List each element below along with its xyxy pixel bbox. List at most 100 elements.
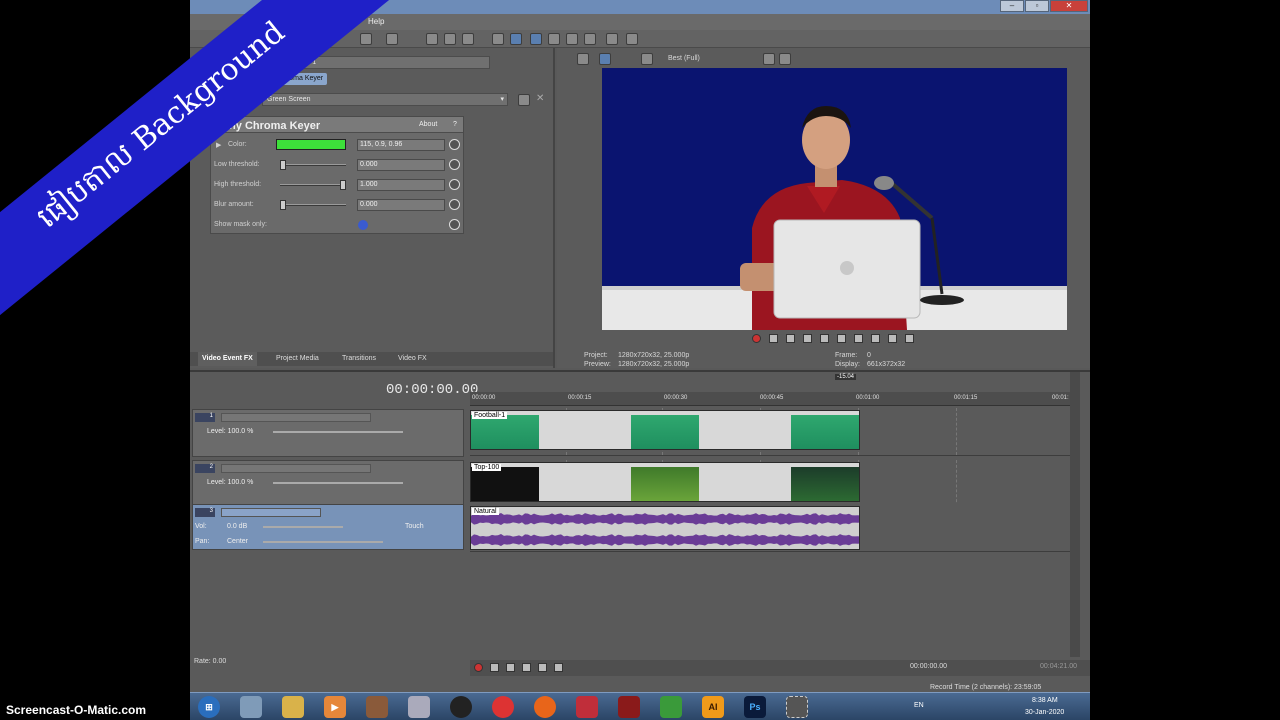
app-icon[interactable] xyxy=(660,696,682,718)
play-icon[interactable] xyxy=(803,334,812,343)
chrome-icon[interactable] xyxy=(492,696,514,718)
minimize-button[interactable]: – xyxy=(1000,0,1024,12)
animate-clock-icon[interactable] xyxy=(449,139,460,150)
play-from-start-icon[interactable] xyxy=(786,334,795,343)
blur-value[interactable]: 0.000 xyxy=(357,199,445,211)
loop-marker[interactable]: -15.04 xyxy=(835,374,857,380)
save-snapshot-icon[interactable] xyxy=(779,53,791,65)
book-icon[interactable] xyxy=(618,696,640,718)
expand-arrow-icon[interactable]: ▶ xyxy=(216,141,221,149)
high-threshold-value[interactable]: 1.000 xyxy=(357,179,445,191)
delete-preset-icon[interactable]: ✕ xyxy=(536,94,548,106)
pen-icon[interactable] xyxy=(606,33,618,45)
tab-project-media[interactable]: Project Media xyxy=(272,352,323,366)
external-monitor-icon[interactable] xyxy=(599,53,611,65)
high-threshold-slider[interactable] xyxy=(280,180,346,190)
maximize-button[interactable]: ▫ xyxy=(1025,0,1049,12)
tab-video-event-fx[interactable]: Video Event FX xyxy=(198,352,257,366)
stop-icon[interactable] xyxy=(837,334,846,343)
track-name-field[interactable] xyxy=(221,508,321,517)
about-button[interactable]: About xyxy=(419,121,437,128)
pause-icon[interactable] xyxy=(820,334,829,343)
clock-date[interactable]: 30-Jan-2020 xyxy=(1025,709,1064,716)
vertical-scrollbar[interactable] xyxy=(1070,372,1080,657)
level-slider[interactable] xyxy=(273,482,403,484)
loop-icon[interactable] xyxy=(490,663,499,672)
blur-slider[interactable] xyxy=(280,200,346,210)
mask-checkbox[interactable] xyxy=(358,220,368,230)
media-player-icon[interactable]: ▶ xyxy=(324,696,346,718)
volume-slider[interactable] xyxy=(263,526,343,528)
track-lane-video-2[interactable]: Top-100 xyxy=(470,460,1076,508)
copy-snapshot-icon[interactable] xyxy=(763,53,775,65)
snap-icon[interactable] xyxy=(492,33,504,45)
save-preset-icon[interactable] xyxy=(518,94,530,106)
app-icon[interactable] xyxy=(408,696,430,718)
color-swatch[interactable] xyxy=(276,139,346,150)
animate-clock-icon[interactable] xyxy=(449,199,460,210)
animate-clock-icon[interactable] xyxy=(449,179,460,190)
snip-icon[interactable] xyxy=(786,696,808,718)
record-icon[interactable] xyxy=(752,334,761,343)
go-to-end-icon[interactable] xyxy=(871,334,880,343)
pan-slider[interactable] xyxy=(263,541,383,543)
track-header-video-1[interactable]: 1 Level: 100.0 % xyxy=(192,409,464,457)
undo-icon[interactable] xyxy=(360,33,372,45)
start-button[interactable]: ⊞ xyxy=(198,696,220,718)
selection-icon[interactable] xyxy=(566,33,578,45)
track-name-field[interactable] xyxy=(221,464,371,473)
overlays-icon[interactable] xyxy=(641,53,653,65)
vegas-icon[interactable] xyxy=(450,696,472,718)
preset-dropdown[interactable]: Green Screen ▾ xyxy=(262,93,508,106)
menu-help[interactable]: Help xyxy=(368,17,384,26)
language-indicator[interactable]: EN xyxy=(914,702,924,709)
prev-frame-icon[interactable] xyxy=(888,334,897,343)
crop-icon[interactable] xyxy=(626,33,638,45)
stop-icon[interactable] xyxy=(554,663,563,672)
photoshop-icon[interactable]: Ps xyxy=(744,696,766,718)
animate-clock-icon[interactable] xyxy=(449,159,460,170)
cursor-icon[interactable] xyxy=(426,33,438,45)
illustrator-icon[interactable]: AI xyxy=(702,696,724,718)
time-ruler[interactable]: 00:00:00 00:00:15 00:00:30 00:00:45 00:0… xyxy=(470,392,1080,406)
play-icon[interactable] xyxy=(522,663,531,672)
split-icon[interactable] xyxy=(462,33,474,45)
paint-icon[interactable] xyxy=(240,696,262,718)
next-frame-icon[interactable] xyxy=(905,334,914,343)
track-name-field[interactable] xyxy=(221,413,371,422)
slider-knob[interactable] xyxy=(280,200,286,210)
zoom-icon[interactable] xyxy=(548,33,560,45)
help-button[interactable]: ? xyxy=(453,121,457,128)
track-header-video-2[interactable]: 2 Level: 100.0 % xyxy=(192,460,464,508)
folder-icon[interactable] xyxy=(282,696,304,718)
lock-icon[interactable] xyxy=(584,33,596,45)
firefox-icon[interactable] xyxy=(534,696,556,718)
touch-mode[interactable]: Touch xyxy=(405,523,424,530)
app-icon[interactable] xyxy=(366,696,388,718)
track-lane-audio-3[interactable]: Natural xyxy=(470,504,1076,552)
record-icon[interactable] xyxy=(474,663,483,672)
app-icon[interactable] xyxy=(576,696,598,718)
go-to-start-icon[interactable] xyxy=(854,334,863,343)
video-clip[interactable]: Football-1 xyxy=(470,410,860,450)
tab-video-fx[interactable]: Video FX xyxy=(394,352,431,366)
slider-knob[interactable] xyxy=(340,180,346,190)
play-from-start-icon[interactable] xyxy=(506,663,515,672)
preview-settings-icon[interactable] xyxy=(577,53,589,65)
pause-icon[interactable] xyxy=(538,663,547,672)
track-lane-video-1[interactable]: Football-1 xyxy=(470,408,1076,456)
video-clip[interactable]: Top-100 xyxy=(470,462,860,502)
close-button[interactable]: ✕ xyxy=(1050,0,1088,12)
quality-dropdown[interactable]: Best (Full) xyxy=(668,55,700,62)
low-threshold-value[interactable]: 0.000 xyxy=(357,159,445,171)
loop-icon[interactable] xyxy=(769,334,778,343)
track-header-audio-3[interactable]: 3 Vol: 0.0 dB Touch Pan: Center xyxy=(192,504,464,550)
tab-transitions[interactable]: Transitions xyxy=(338,352,380,366)
color-value[interactable]: 115, 0.9, 0.96 xyxy=(357,139,445,151)
audio-clip[interactable]: Natural xyxy=(470,506,860,550)
normal-edit-icon[interactable] xyxy=(530,33,542,45)
envelope-icon[interactable] xyxy=(444,33,456,45)
level-slider[interactable] xyxy=(273,431,403,433)
clock-time[interactable]: 8:38 AM xyxy=(1032,697,1058,704)
redo-icon[interactable] xyxy=(386,33,398,45)
